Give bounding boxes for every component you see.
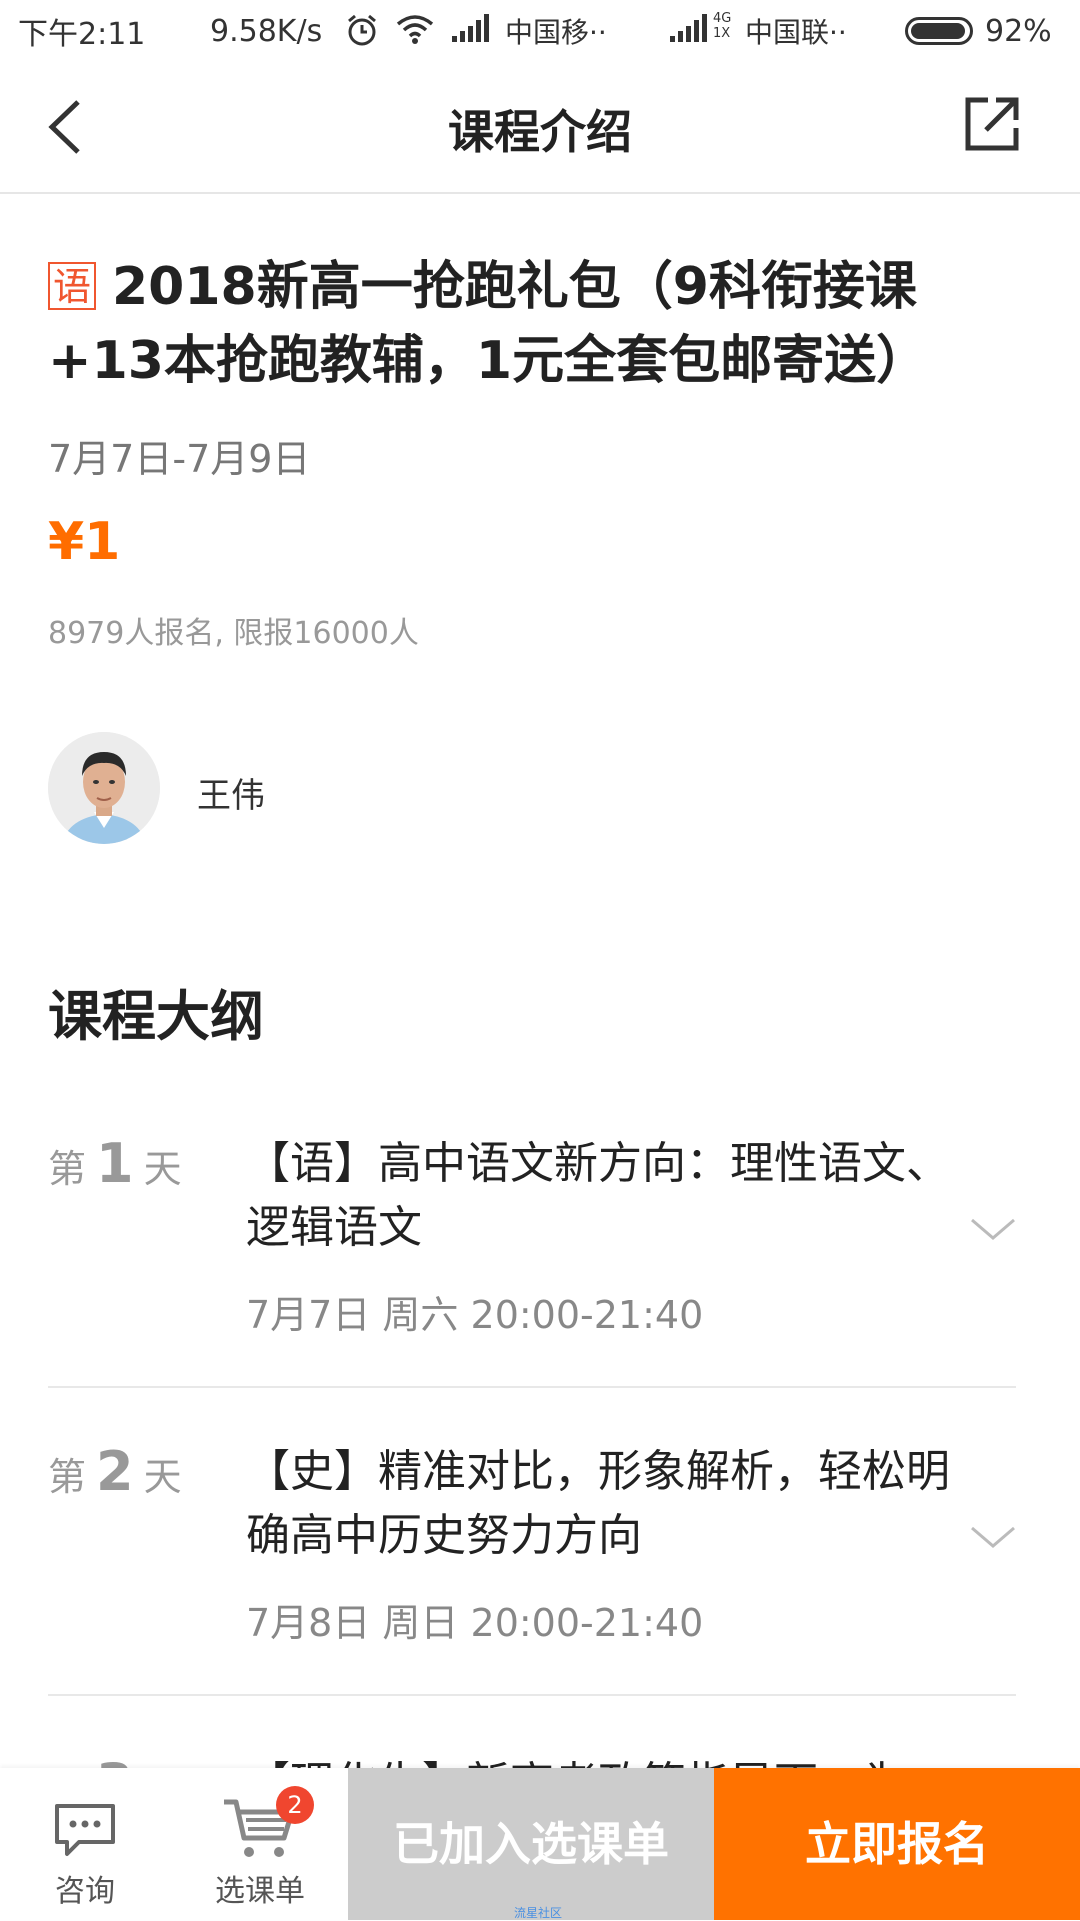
status-carrier-2: 中国联·· (745, 16, 847, 49)
avatar-photo (48, 732, 160, 844)
page-title: 课程介绍 (448, 105, 632, 159)
cart-button[interactable]: 2 选课单 (200, 1768, 320, 1920)
network-type-4g: 4G (713, 11, 732, 26)
share-icon[interactable] (962, 94, 1022, 154)
status-time: 下午2:11 (18, 17, 146, 52)
day-number: 1 (96, 1132, 134, 1195)
lesson-time: 7月7日 周六 20:00-21:40 (246, 1293, 704, 1337)
cart-label: 选课单 (215, 1874, 305, 1909)
bottom-action-bar: 咨询 2 选课单 已加入选课单 立即报名 (0, 1768, 1080, 1920)
lesson-title: 【史】精准对比，形象解析，轻松明确高中历史努力方向 (246, 1446, 950, 1561)
consult-button[interactable]: 咨询 (40, 1768, 130, 1920)
battery-icon (905, 17, 973, 45)
day-prefix: 第 (48, 1455, 87, 1499)
watermark: 流星社区 (514, 1906, 563, 1920)
day-prefix: 第 (48, 1147, 87, 1191)
subject-tag: 语 (48, 262, 96, 310)
enroll-now-button[interactable]: 立即报名 (714, 1768, 1080, 1920)
consult-label: 咨询 (55, 1874, 115, 1909)
lesson-item[interactable]: 第1天 【语】高中语文新方向：理性语文、逻辑语文 7月7日 周六 20:00-2… (48, 1132, 1018, 1337)
lesson-time: 7月8日 周日 20:00-21:40 (246, 1601, 704, 1645)
network-type: 4G 1X (713, 11, 731, 41)
day-number: 2 (96, 1440, 134, 1503)
day-suffix: 天 (143, 1455, 182, 1499)
divider (48, 1386, 1016, 1388)
course-price: ¥1 (48, 512, 121, 572)
alarm-icon (348, 14, 376, 46)
lesson-item[interactable]: 第2天 【史】精准对比，形象解析，轻松明确高中历史努力方向 7月8日 周日 20… (48, 1440, 1018, 1645)
lesson-title: 【语】高中语文新方向：理性语文、逻辑语文 (246, 1138, 950, 1253)
cart-count-badge: 2 (276, 1786, 314, 1824)
day-label: 第2天 (48, 1440, 182, 1503)
signal-icon (452, 14, 489, 42)
teacher-name: 王伟 (197, 776, 265, 816)
wifi-icon (396, 15, 434, 44)
day-label: 第1天 (48, 1132, 182, 1195)
teacher-avatar[interactable] (48, 732, 160, 844)
battery-percent: 92% (985, 13, 1052, 49)
signal-icon (670, 14, 707, 42)
network-type-1x: 1X (713, 26, 731, 41)
nav-bar: 课程介绍 (0, 62, 1080, 194)
divider (48, 1694, 1016, 1696)
day-suffix: 天 (143, 1147, 182, 1191)
enroll-count: 8979人报名, 限报16000人 (48, 616, 419, 651)
status-bar: 下午2:11 9.58K/s 中国移·· 4G 1X 中国联·· 92% (0, 0, 1080, 62)
back-icon[interactable] (40, 94, 100, 160)
added-to-cart-button[interactable]: 已加入选课单 (348, 1768, 714, 1920)
course-title: 语 2018新高一抢跑礼包（9科衔接课+13本抢跑教辅，1元全套包邮寄送） (48, 250, 998, 398)
chevron-down-icon[interactable] (968, 1214, 1018, 1244)
status-network-speed: 9.58K/s (210, 13, 323, 49)
chat-icon (55, 1804, 115, 1856)
course-title-text: 2018新高一抢跑礼包（9科衔接课+13本抢跑教辅，1元全套包邮寄送） (48, 257, 929, 391)
course-dates: 7月7日-7月9日 (48, 437, 311, 481)
chevron-down-icon[interactable] (968, 1522, 1018, 1552)
outline-heading: 课程大纲 (48, 985, 264, 1048)
status-carrier-1: 中国移·· (505, 16, 607, 49)
